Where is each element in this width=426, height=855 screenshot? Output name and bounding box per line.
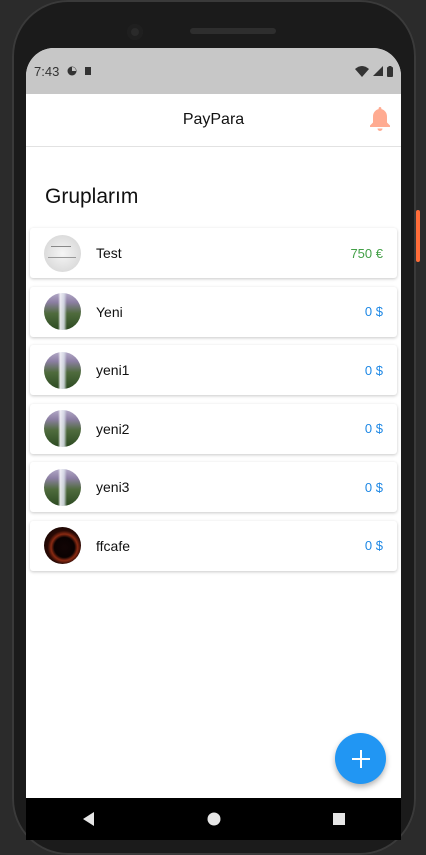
group-balance: 0 $ — [364, 538, 383, 553]
group-name: yeni1 — [96, 362, 130, 378]
group-balance: 750 € — [350, 245, 383, 261]
group-name: ffcafe — [96, 537, 130, 554]
power-button[interactable] — [416, 210, 420, 262]
status-icons — [355, 65, 393, 77]
app-screen: 7:43 PayPara Gruplarım Test 750 € Yeni 0… — [26, 48, 401, 798]
group-item-yeni1[interactable]: yeni1 0 $ — [30, 345, 397, 395]
wifi-icon — [355, 65, 369, 77]
signal-icon — [373, 66, 383, 76]
front-camera — [127, 24, 143, 40]
battery-icon — [387, 65, 393, 77]
group-name: yeni2 — [96, 420, 130, 437]
waterfall-avatar — [44, 410, 81, 447]
plus-icon — [351, 749, 370, 768]
group-item-yeni2[interactable]: yeni2 0 $ — [30, 403, 397, 454]
group-list: Test 750 € Yeni 0 $ yeni1 0 $ yeni2 0 $ … — [30, 228, 397, 579]
status-time: 7:43 — [34, 63, 60, 79]
eclipse-avatar — [44, 527, 81, 564]
recents-icon[interactable] — [332, 812, 346, 826]
app-bar: PayPara — [26, 94, 401, 147]
status-bar: 7:43 — [26, 48, 401, 94]
bell-icon[interactable] — [369, 106, 391, 132]
waterfall-avatar — [44, 351, 81, 389]
page-title: Gruplarım — [45, 185, 139, 208]
home-icon[interactable] — [207, 812, 221, 826]
group-avatar-test — [44, 234, 81, 272]
group-balance: 0 $ — [364, 362, 383, 378]
group-balance: 0 $ — [364, 304, 383, 319]
group-name: Test — [96, 245, 122, 261]
group-balance: 0 $ — [364, 479, 383, 495]
group-name: yeni3 — [96, 479, 130, 495]
sd-card-icon — [85, 67, 92, 75]
group-item-test[interactable]: Test 750 € — [30, 228, 397, 278]
group-item-yeni3[interactable]: yeni3 0 $ — [30, 462, 397, 512]
back-icon[interactable] — [82, 812, 96, 826]
app-title: PayPara — [182, 111, 245, 128]
waterfall-avatar — [44, 293, 81, 330]
add-group-button[interactable] — [335, 733, 386, 784]
system-nav-bar — [26, 798, 401, 840]
waterfall-avatar — [44, 468, 81, 506]
group-item-ffcafe[interactable]: ffcafe 0 $ — [30, 520, 397, 571]
group-balance: 0 $ — [364, 421, 383, 436]
cloud-sync-icon — [67, 66, 77, 76]
earpiece-speaker — [190, 28, 276, 34]
group-item-yeni[interactable]: Yeni 0 $ — [30, 286, 397, 337]
group-name: Yeni — [96, 303, 123, 320]
